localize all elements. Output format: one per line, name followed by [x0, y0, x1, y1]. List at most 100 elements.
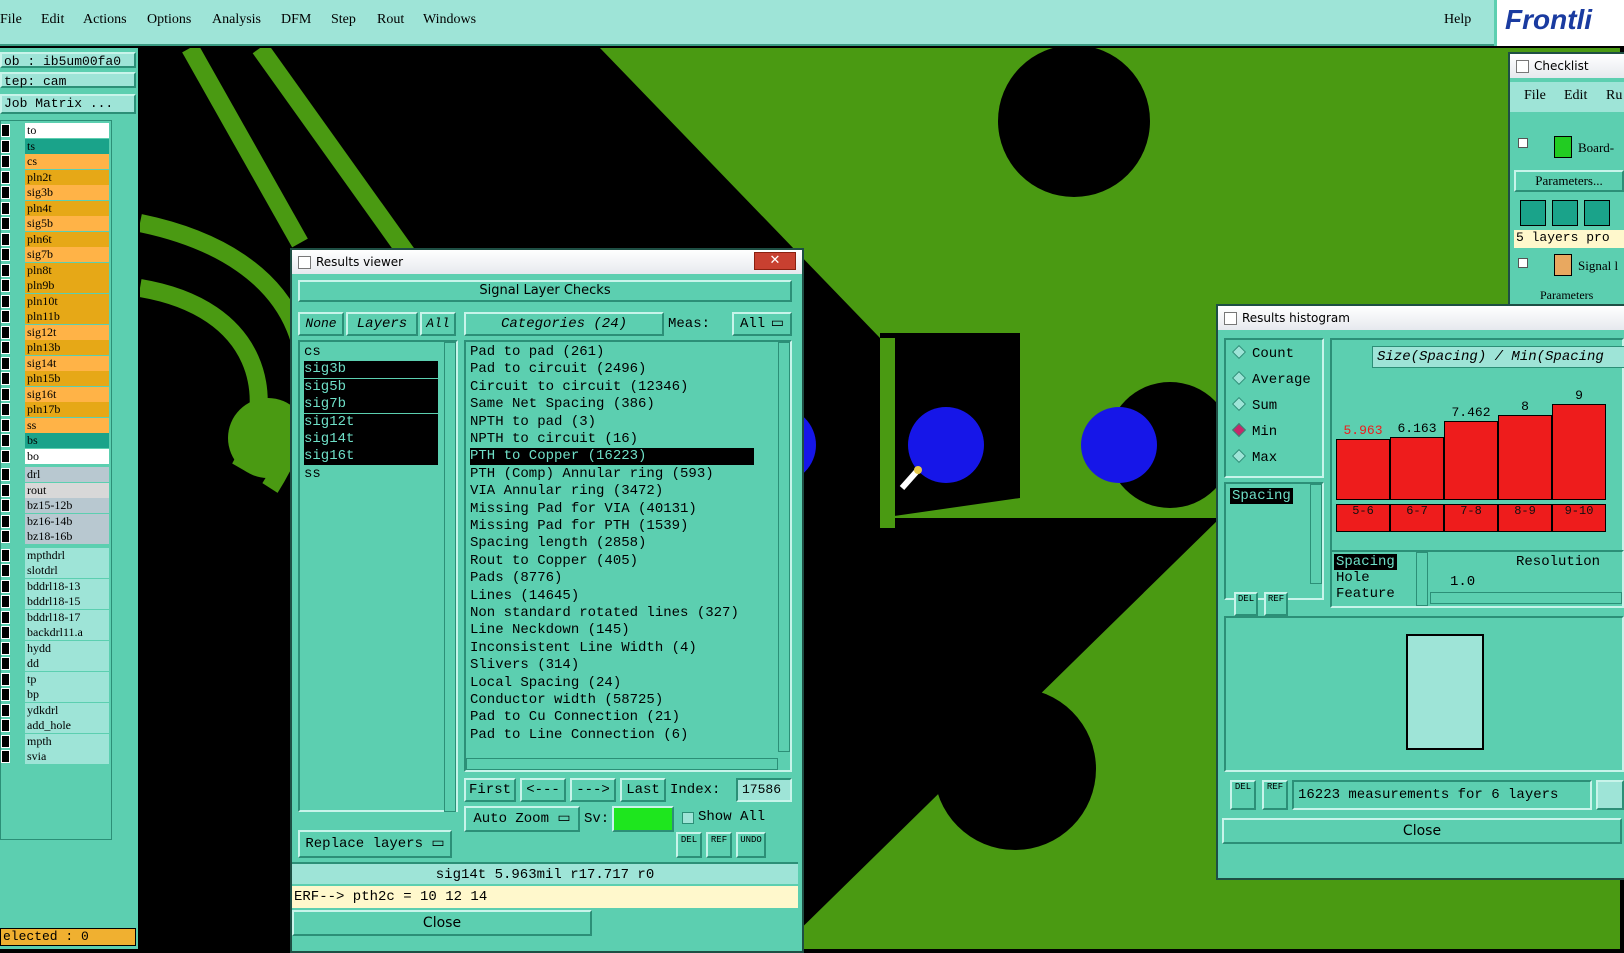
layer-row[interactable]: pln13b	[1, 340, 109, 355]
layer-checkbox[interactable]	[1, 483, 10, 497]
layer-checkbox[interactable]	[1, 403, 10, 416]
layer-checkbox[interactable]	[1, 310, 10, 323]
hist-del-button[interactable]: DEL	[1234, 592, 1258, 616]
parameters2-label[interactable]: Parameters	[1540, 288, 1593, 303]
menu-actions[interactable]: Actions	[83, 12, 127, 28]
auto-zoom-dropdown[interactable]: Auto Zoom ▭	[464, 806, 580, 832]
category-item[interactable]: Rout to Copper (405)	[470, 553, 638, 570]
layer-list-item[interactable]: sig14t	[304, 431, 438, 448]
hist-ref-button-2[interactable]: REF	[1262, 780, 1288, 810]
layer-row[interactable]: mpth	[1, 733, 109, 749]
show-all-checkbox[interactable]	[682, 812, 694, 824]
layer-checkbox[interactable]	[1, 657, 10, 670]
sublist-scrollbar[interactable]	[1416, 552, 1428, 606]
histogram-bar[interactable]	[1336, 438, 1390, 500]
categories-button[interactable]: Categories (24)	[464, 312, 664, 336]
layer-row[interactable]: sig12t	[1, 324, 109, 340]
category-item[interactable]: Pads (8776)	[470, 570, 562, 587]
mode-radio-average[interactable]: Average	[1231, 370, 1311, 388]
category-item[interactable]: NPTH to pad (3)	[470, 414, 596, 431]
menu-help[interactable]: Help	[1444, 12, 1471, 28]
del-button[interactable]: DEL	[676, 832, 702, 858]
histogram-titlebar[interactable]: Results histogram	[1218, 306, 1624, 330]
layer-checkbox[interactable]	[1, 263, 10, 277]
board-checkbox[interactable]	[1518, 138, 1528, 148]
layer-checkbox[interactable]	[1, 595, 10, 608]
sv-color-dropdown[interactable]	[612, 806, 674, 832]
next-button[interactable]: --->	[570, 778, 616, 802]
layer-row[interactable]: slotdrl	[1, 563, 109, 578]
category-item[interactable]: Spacing length (2858)	[470, 535, 646, 552]
layer-checkbox[interactable]	[1, 734, 10, 748]
layer-row[interactable]: ss	[1, 417, 109, 433]
layer-list-item[interactable]: sig12t	[304, 413, 438, 431]
category-item[interactable]: NPTH to circuit (16)	[470, 431, 638, 448]
layer-checkbox[interactable]	[1, 294, 10, 308]
layer-row[interactable]: mpthdrl	[1, 547, 109, 563]
histogram-bar[interactable]	[1552, 403, 1606, 500]
category-item[interactable]: Lines (14645)	[470, 588, 579, 605]
layer-checkbox[interactable]	[1, 248, 10, 261]
sublist-feature[interactable]: Feature	[1334, 586, 1414, 602]
menu-options[interactable]: Options	[147, 12, 191, 28]
first-button[interactable]: First	[464, 778, 516, 802]
mode-radio-count[interactable]: Count	[1231, 344, 1294, 362]
layer-checkbox[interactable]	[1, 341, 10, 354]
parameters-button[interactable]: Parameters...	[1514, 170, 1624, 192]
layer-row[interactable]: ts	[1, 138, 109, 154]
category-item[interactable]: Local Spacing (24)	[470, 675, 621, 692]
layer-checkbox[interactable]	[1, 672, 10, 686]
mode-radio-sum[interactable]: Sum	[1231, 396, 1277, 414]
sublist-hole[interactable]: Hole	[1334, 570, 1414, 586]
replace-layers-dropdown[interactable]: Replace layers ▭	[298, 830, 452, 858]
run-icon[interactable]	[1584, 200, 1610, 226]
menu-file[interactable]: File	[0, 12, 22, 28]
layer-checkbox[interactable]	[1, 579, 10, 593]
category-item[interactable]: Same Net Spacing (386)	[470, 396, 655, 413]
cl-menu-edit[interactable]: Edit	[1564, 88, 1587, 104]
category-item[interactable]: Non standard rotated lines (327)	[470, 605, 739, 622]
layer-checkbox[interactable]	[1, 703, 10, 717]
layer-checkbox[interactable]	[1, 217, 10, 230]
layer-checkbox[interactable]	[1, 564, 10, 577]
layer-checkbox[interactable]	[1, 372, 10, 385]
run-icon[interactable]	[1552, 200, 1578, 226]
layer-checkbox[interactable]	[1, 186, 10, 199]
layer-checkbox[interactable]	[1, 232, 10, 246]
board-thumbnail[interactable]	[1406, 634, 1484, 750]
layer-checkbox[interactable]	[1, 688, 10, 701]
hist-ref-button[interactable]: REF	[1264, 592, 1288, 616]
layer-checkbox[interactable]	[1, 356, 10, 370]
layer-row[interactable]: cs	[1, 154, 109, 169]
layer-checkbox[interactable]	[1, 499, 10, 512]
category-item[interactable]: Line Neckdown (145)	[470, 622, 630, 639]
layer-row[interactable]: svia	[1, 749, 109, 764]
histogram-close-button[interactable]: Close	[1222, 818, 1622, 844]
category-item[interactable]: Circuit to circuit (12346)	[470, 379, 688, 396]
layer-checkbox[interactable]	[1, 548, 10, 562]
layer-checkbox[interactable]	[1, 279, 10, 292]
layer-row[interactable]: bddrl18-13	[1, 578, 109, 594]
layer-list-item[interactable]: sig3b	[304, 361, 438, 379]
category-item[interactable]: Pad to Line Connection (6)	[470, 727, 688, 744]
list-scrollbar[interactable]	[1310, 484, 1322, 584]
histogram-bar[interactable]	[1390, 436, 1444, 500]
category-item[interactable]: VIA Annular ring (3472)	[470, 483, 663, 500]
cl-menu-file[interactable]: File	[1524, 88, 1546, 104]
layer-checkbox[interactable]	[1, 139, 10, 153]
category-item[interactable]: PTH to Copper (16223)	[470, 448, 754, 466]
layer-checkbox[interactable]	[1, 325, 10, 339]
measure-type-list[interactable]: Spacing Hole Feature	[1334, 554, 1414, 606]
menu-analysis[interactable]: Analysis	[212, 12, 261, 28]
layer-checkbox[interactable]	[1, 530, 10, 543]
checklist-titlebar[interactable]: Checklist Editor	[1510, 54, 1624, 97]
mode-radio-max[interactable]: Max	[1231, 448, 1277, 466]
layer-row[interactable]: bz18-16b	[1, 529, 109, 544]
categories-scrollbar[interactable]	[778, 342, 790, 752]
layer-checkbox[interactable]	[1, 514, 10, 528]
layer-checkbox[interactable]	[1, 170, 10, 184]
layer-checkbox[interactable]	[1, 626, 10, 639]
chart-icon[interactable]	[1596, 780, 1624, 810]
categories-list[interactable]: Pad to pad (261) Pad to circuit (2496) Cir…	[464, 340, 792, 772]
category-item[interactable]: Pad to Cu Connection (21)	[470, 709, 680, 726]
